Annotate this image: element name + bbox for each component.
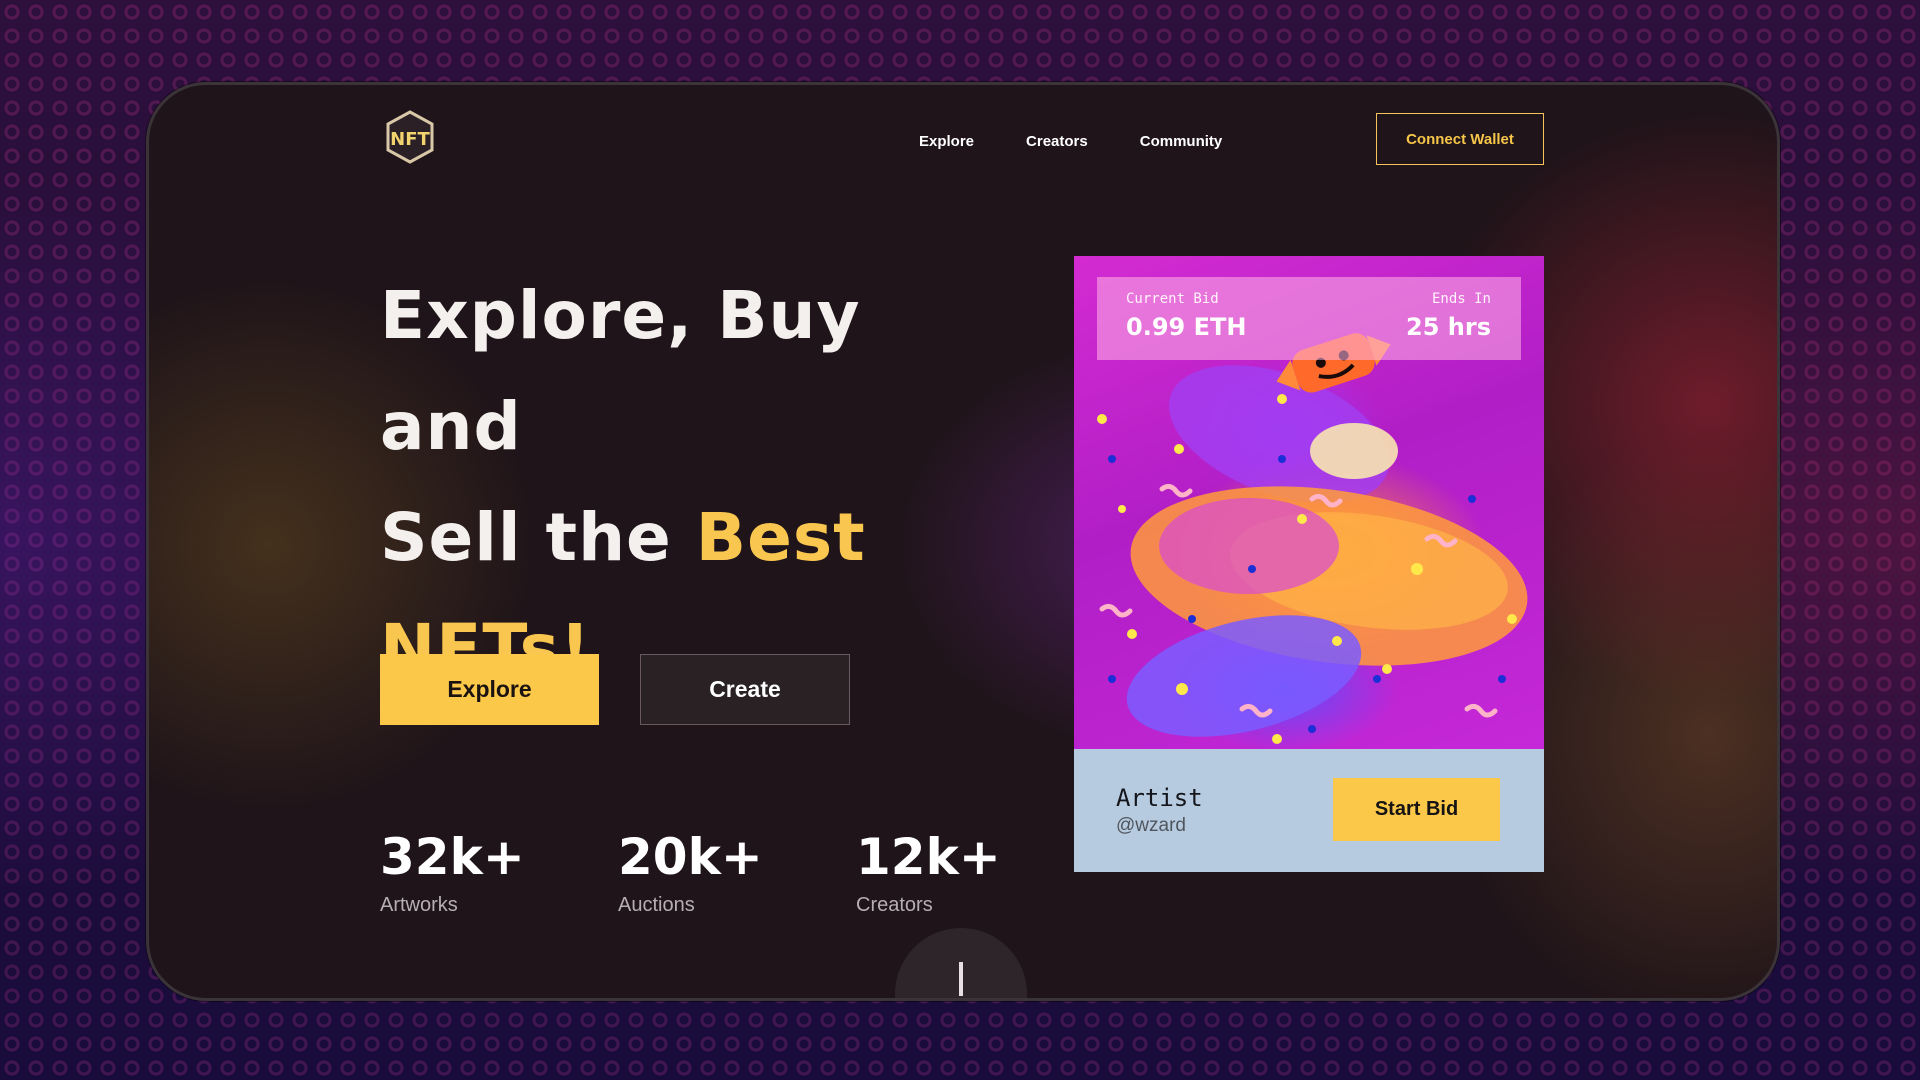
- connect-wallet-button[interactable]: Connect Wallet: [1376, 113, 1544, 165]
- ends-in-value: 25 hrs: [1406, 313, 1491, 341]
- start-bid-button[interactable]: Start Bid: [1333, 778, 1500, 841]
- card-footer: Artist @wzard Start Bid: [1074, 749, 1544, 872]
- logo-text: NFT: [390, 129, 430, 150]
- stat-value: 12k+: [856, 828, 1001, 886]
- stat-value: 20k+: [618, 828, 763, 886]
- stat-value: 32k+: [380, 828, 525, 886]
- main-panel: NFT Explore Creators Community Connect W…: [146, 82, 1780, 1001]
- nav-creators[interactable]: Creators: [1026, 133, 1088, 150]
- artist-title: Artist: [1116, 784, 1203, 812]
- scroll-bar-icon: [959, 962, 963, 996]
- current-bid-label: Current Bid: [1126, 291, 1219, 307]
- nft-logo[interactable]: NFT: [382, 109, 438, 165]
- hero-line-1: Explore, Buy and: [380, 277, 861, 465]
- current-bid-value: 0.99 ETH: [1126, 313, 1247, 341]
- stat-creators: 12k+ Creators: [856, 830, 1094, 917]
- hero-line-2-prefix: Sell the: [380, 499, 696, 576]
- scroll-indicator[interactable]: [895, 928, 1027, 998]
- create-button[interactable]: Create: [640, 654, 850, 725]
- nft-card: Current Bid 0.99 ETH Ends In 25 hrs Arti…: [1074, 256, 1544, 872]
- nft-logo-icon: NFT: [386, 110, 434, 164]
- nav-community[interactable]: Community: [1140, 133, 1223, 150]
- hero-heading: Explore, Buy and Sell the Best NFTs!: [380, 260, 1000, 704]
- nav-explore[interactable]: Explore: [919, 133, 974, 150]
- hero-highlight-best: Best: [695, 499, 866, 576]
- bid-info-strip: Current Bid 0.99 ETH Ends In 25 hrs: [1097, 277, 1521, 360]
- hero-line-2: Sell the Best: [380, 482, 1000, 593]
- stat-label: Artworks: [380, 894, 458, 916]
- stat-artworks: 32k+ Artworks: [380, 830, 618, 917]
- ends-in-label: Ends In: [1431, 291, 1491, 307]
- stat-label: Creators: [856, 894, 933, 916]
- artist-handle[interactable]: @wzard: [1116, 815, 1186, 837]
- main-nav: Explore Creators Community: [919, 133, 1222, 150]
- stat-auctions: 20k+ Auctions: [618, 830, 856, 917]
- stats-row: 32k+ Artworks 20k+ Auctions 12k+ Creator…: [380, 830, 1094, 917]
- stat-label: Auctions: [618, 894, 695, 916]
- explore-button[interactable]: Explore: [380, 654, 599, 725]
- nft-artwork[interactable]: Current Bid 0.99 ETH Ends In 25 hrs: [1074, 256, 1544, 749]
